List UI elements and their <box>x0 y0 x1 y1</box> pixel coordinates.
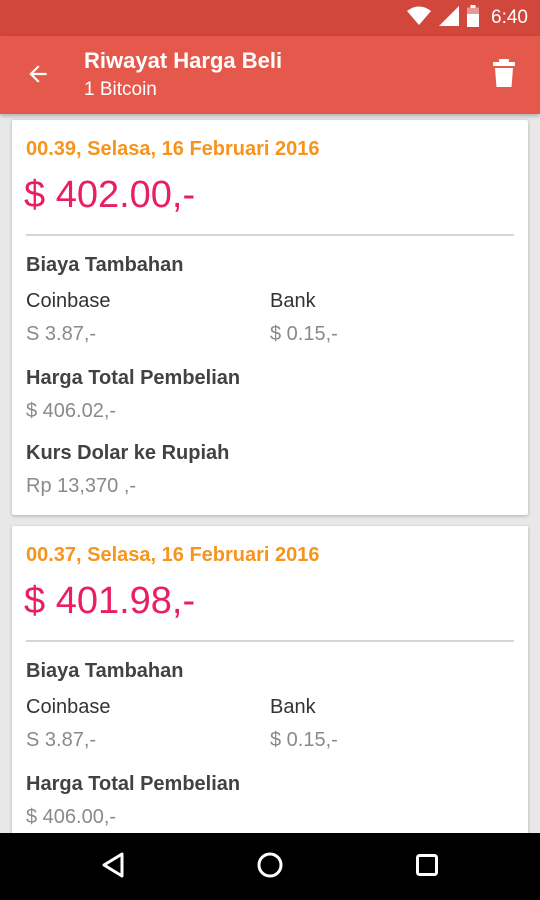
navigation-bar <box>0 833 540 900</box>
status-icons: 6:40 <box>407 0 528 36</box>
purchase-price: $ 401.98,- <box>24 580 196 622</box>
signal-icon <box>439 5 460 31</box>
bank-fee-value: $ 0.15,- <box>270 323 338 345</box>
bank-label: Bank <box>270 290 316 312</box>
total-heading: Harga Total Pembelian <box>26 773 241 795</box>
delete-button[interactable] <box>484 55 524 95</box>
app-bar: Riwayat Harga Beli 1 Bitcoin <box>0 36 540 114</box>
status-time: 6:40 <box>491 7 528 28</box>
status-bar: 6:40 <box>0 0 540 36</box>
total-heading: Harga Total Pembelian <box>26 367 241 389</box>
bank-fee-value: $ 0.15,- <box>270 729 338 751</box>
coinbase-label: Coinbase <box>26 696 111 718</box>
nav-home-icon <box>256 851 284 884</box>
nav-recents-button[interactable] <box>407 847 447 887</box>
rate-heading: Kurs Dolar ke Rupiah <box>26 442 230 464</box>
nav-back-icon <box>100 851 126 884</box>
battery-icon <box>467 4 480 32</box>
history-card: 00.39, Selasa, 16 Februari 2016 $ 402.00… <box>12 120 528 515</box>
coinbase-label: Coinbase <box>26 290 111 312</box>
wifi-icon <box>407 6 432 31</box>
divider <box>26 640 514 642</box>
page-subtitle: 1 Bitcoin <box>84 79 157 100</box>
divider <box>26 234 514 236</box>
total-value: $ 406.00,- <box>26 806 117 828</box>
nav-home-button[interactable] <box>250 847 290 887</box>
nav-back-button[interactable] <box>93 847 133 887</box>
purchase-price: $ 402.00,- <box>24 174 196 216</box>
page-title: Riwayat Harga Beli <box>84 48 283 73</box>
purchase-date: 00.39, Selasa, 16 Februari 2016 <box>26 138 320 160</box>
trash-icon <box>492 58 516 92</box>
nav-recents-icon <box>415 853 439 882</box>
rate-value: Rp 13,370 ,- <box>26 475 137 497</box>
total-value: $ 406.02,- <box>26 400 117 422</box>
title-block: Riwayat Harga Beli 1 Bitcoin <box>84 47 282 103</box>
history-list[interactable]: 00.39, Selasa, 16 Februari 2016 $ 402.00… <box>0 114 540 833</box>
back-button[interactable] <box>18 56 58 96</box>
arrow-back-icon <box>25 61 51 92</box>
purchase-date: 00.37, Selasa, 16 Februari 2016 <box>26 544 320 566</box>
coinbase-fee-value: S 3.87,- <box>26 729 97 751</box>
coinbase-fee-value: S 3.87,- <box>26 323 97 345</box>
bank-label: Bank <box>270 696 316 718</box>
fee-heading: Biaya Tambahan <box>26 254 184 276</box>
history-card: 00.37, Selasa, 16 Februari 2016 $ 401.98… <box>12 526 528 833</box>
fee-heading: Biaya Tambahan <box>26 660 184 682</box>
